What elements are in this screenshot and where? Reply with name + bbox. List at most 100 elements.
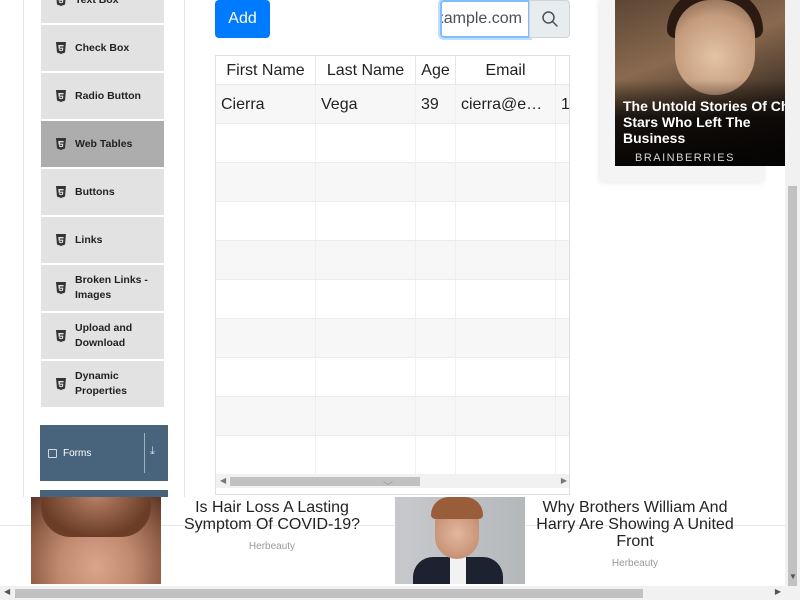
sidebar-border-left [23,0,24,525]
scroll-right-icon[interactable]: ▶ [561,476,567,485]
table-cell [416,397,456,436]
advert-1-title[interactable]: Is Hair Loss A Lasting Symptom Of COVID-… [172,499,372,533]
search-input-wrapper[interactable] [440,0,530,38]
table-cell [456,397,556,436]
page-horizontal-scrollbar[interactable]: ◀ ▶ [0,586,785,600]
form-icon [48,448,57,458]
advert-source: BRAINBERRIES [635,152,735,164]
table-cell [456,280,556,319]
column-header[interactable]: Email [456,56,556,85]
table-cell [316,436,416,475]
column-header[interactable]: Age [416,56,456,85]
sidebar-item-label: Upload and Download [75,322,133,349]
page-scroll-right-icon[interactable]: ▶ [775,587,781,596]
advert-title[interactable]: The Untold Stories Of Child Stars Who Le… [623,98,800,146]
html5-icon [56,138,66,150]
sidebar-item-radio-button[interactable]: Radio Button [40,72,165,120]
table-horizontal-scrollbar[interactable]: ◀ ▶ [216,474,569,488]
table-cell [416,163,456,202]
table-cell [456,241,556,280]
advert-1-image[interactable] [31,497,161,584]
page-scroll-thumb[interactable] [788,186,797,586]
table-cell: Cierra [216,85,316,124]
elements-menu: Text Box Check Box Radio Button Web Tables B… [40,0,165,408]
scroll-down-icon[interactable]: ▼ [789,572,797,581]
sidebar-item-dynamic-properties[interactable]: Dynamic Properties [40,360,165,408]
table-cell [316,163,416,202]
table-cell [416,319,456,358]
advert-2-source: Herbeauty [611,558,659,569]
table-cell [316,202,416,241]
table-cell: 39 [416,85,456,124]
sidebar-item-check-box[interactable]: Check Box [40,24,165,72]
table-body: Cierra Vega 39 cierra@e… 1 [216,85,569,475]
table-cell [556,319,569,358]
page-scroll-left-icon[interactable]: ◀ [4,587,10,596]
search-input[interactable] [442,10,522,28]
advert-2-shirt [450,557,466,584]
sidebar-item-buttons[interactable]: Buttons [40,168,165,216]
table-cell: Vega [316,85,416,124]
search-button[interactable] [529,0,570,38]
table-header: First Name Last Name Age Email [216,56,569,85]
table-cell [556,163,569,202]
table-cell: 1 [556,85,569,124]
table-cell [316,280,416,319]
table-cell [216,280,316,319]
table-cell [316,319,416,358]
table-cell [556,280,569,319]
chevron-down-icon[interactable]: ﹀ [383,478,393,493]
web-table: First Name Last Name Age Email Cierra Vega 39… [215,55,570,495]
sidebar-item-web-tables[interactable]: Web Tables [40,120,165,168]
column-header[interactable] [556,56,569,85]
table-row [216,436,569,475]
column-header[interactable]: Last Name [316,56,416,85]
table-row [216,358,569,397]
download-arrow-icon[interactable]: ⤓ [150,445,155,458]
html5-icon [56,0,66,6]
table-cell [216,124,316,163]
table-cell [216,319,316,358]
table-cell: cierra@e… [456,85,556,124]
advert-2-hair [431,497,483,519]
advert-2-title[interactable]: Why Brothers William And Harry Are Showi… [535,499,735,550]
table-row [216,280,569,319]
table-cell [456,436,556,475]
forms-group-header[interactable]: Forms ⤓ [40,425,168,481]
add-record-button[interactable]: Add [215,0,270,38]
page-vertical-scrollbar[interactable]: ▼ [785,0,800,600]
magnifier-icon [541,11,558,27]
scroll-left-icon[interactable]: ◀ [220,476,226,485]
table-cell [316,358,416,397]
sidebar-item-label: Broken Links - Images [75,274,148,301]
page-hscroll-thumb[interactable] [15,589,643,598]
sidebar-item-label: Radio Button [75,89,141,102]
sidebar-item-label: Check Box [75,41,130,54]
forms-group-label: Forms [63,447,92,459]
table-cell [456,124,556,163]
sidebar-item-label: Dynamic Properties [75,370,127,397]
table-row [216,163,569,202]
column-header[interactable]: First Name [216,56,316,85]
advert-2-image[interactable] [395,497,525,584]
table-cell [556,241,569,280]
table-cell [316,397,416,436]
table-cell [456,202,556,241]
sidebar-item-text-box[interactable]: Text Box [40,0,165,24]
table-cell [556,124,569,163]
table-row [216,124,569,163]
bottom-advert-bar: Is Hair Loss A Lasting Symptom Of COVID-… [0,497,800,600]
table-cell [216,436,316,475]
web-tables-page: Text Box Check Box Radio Button Web Tables B… [0,0,800,600]
sidebar-advert[interactable]: The Untold Stories Of Child Stars Who Le… [600,0,800,182]
sidebar-item-links[interactable]: Links [40,216,165,264]
html5-icon [56,90,66,102]
sidebar-item-upload-and-download[interactable]: Upload and Download [40,312,165,360]
table-row: Cierra Vega 39 cierra@e… 1 [216,85,569,124]
table-row [216,241,569,280]
sidebar-item-label: Links [75,233,103,246]
sidebar-item-broken-links-images[interactable]: Broken Links - Images [40,264,165,312]
sidebar-item-label: Text Box [75,0,119,8]
table-cell [416,202,456,241]
table-cell [416,280,456,319]
